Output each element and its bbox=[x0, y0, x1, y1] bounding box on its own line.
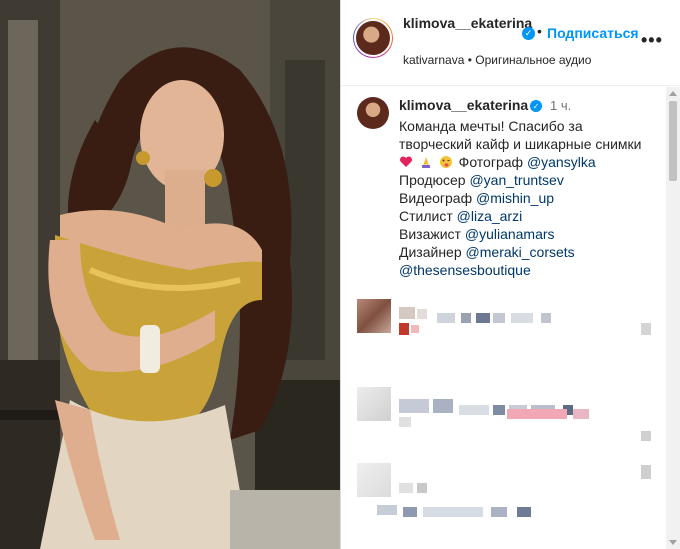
videographer-label: Видеограф bbox=[399, 190, 473, 206]
header-separator: • bbox=[537, 23, 542, 39]
audio-subline[interactable]: kativarnava • Оригинальное аудио bbox=[403, 53, 591, 67]
caption-credit-stylist: Стилист @liza_arzi bbox=[399, 207, 661, 225]
caption-avatar[interactable] bbox=[357, 97, 389, 129]
verified-badge-icon: ✓ bbox=[530, 100, 542, 112]
post-header: klimova__ekaterina ✓ • Подписаться ••• k… bbox=[341, 0, 680, 86]
mention-makeup[interactable]: @yulianamars bbox=[465, 226, 555, 242]
red-heart-icon bbox=[399, 156, 413, 167]
mention-videographer[interactable]: @mishin_up bbox=[476, 190, 554, 206]
mention-photographer[interactable]: @yansylka bbox=[527, 154, 596, 170]
caption-credit-designer: Дизайнер @meraki_corsets bbox=[399, 243, 661, 261]
folded-hands-icon bbox=[421, 157, 430, 168]
author-username[interactable]: klimova__ekaterina bbox=[403, 14, 532, 32]
makeup-label: Визажист bbox=[399, 226, 461, 242]
caption-username[interactable]: klimova__ekaterina bbox=[399, 97, 528, 113]
more-dots-icon[interactable]: ••• bbox=[641, 30, 663, 51]
caption-text: Команда мечты! Спасибо за творческий кай… bbox=[399, 117, 661, 279]
mention-boutique[interactable]: @thesensesboutique bbox=[399, 262, 531, 278]
caption-credit-producer: Продюсер @yan_truntsev bbox=[399, 171, 661, 189]
caption-line: творческий кайф и шикарные снимки bbox=[399, 136, 642, 152]
mention-designer[interactable]: @meraki_corsets bbox=[466, 244, 575, 260]
stylist-label: Стилист bbox=[399, 208, 453, 224]
caption-line: Команда мечты! Спасибо за bbox=[399, 118, 583, 134]
designer-label: Дизайнер bbox=[399, 244, 462, 260]
photographer-label: Фотограф bbox=[458, 154, 524, 170]
caption-credit-photographer: Фотограф @yansylka bbox=[399, 153, 661, 171]
caption-timestamp[interactable]: 1 ч. bbox=[550, 98, 571, 113]
scroll-up-arrow-icon[interactable] bbox=[669, 91, 677, 96]
portrait-illustration bbox=[0, 0, 340, 549]
mention-stylist[interactable]: @liza_arzi bbox=[457, 208, 523, 224]
verified-badge-icon: ✓ bbox=[522, 27, 535, 40]
producer-label: Продюсер bbox=[399, 172, 466, 188]
mention-producer[interactable]: @yan_truntsev bbox=[469, 172, 563, 188]
post-sidebar: klimova__ekaterina ✓ • Подписаться ••• k… bbox=[340, 0, 680, 549]
winking-tongue-face-icon bbox=[439, 156, 452, 168]
comments-scroll-area[interactable]: klimova__ekaterina ✓ 1 ч. Команда мечты!… bbox=[341, 87, 680, 549]
scrollbar-thumb[interactable] bbox=[669, 101, 677, 181]
caption-credit-videographer: Видеограф @mishin_up bbox=[399, 189, 661, 207]
comments-scrollbar[interactable] bbox=[666, 87, 680, 549]
follow-button[interactable]: Подписаться bbox=[547, 25, 639, 41]
caption-credit-makeup: Визажист @yulianamars bbox=[399, 225, 661, 243]
author-avatar[interactable] bbox=[353, 18, 393, 58]
post-photo[interactable] bbox=[0, 0, 340, 549]
instagram-post-view: klimova__ekaterina ✓ • Подписаться ••• k… bbox=[0, 0, 680, 549]
caption-credit-boutique: @thesensesboutique bbox=[399, 261, 661, 279]
scroll-down-arrow-icon[interactable] bbox=[669, 540, 677, 545]
